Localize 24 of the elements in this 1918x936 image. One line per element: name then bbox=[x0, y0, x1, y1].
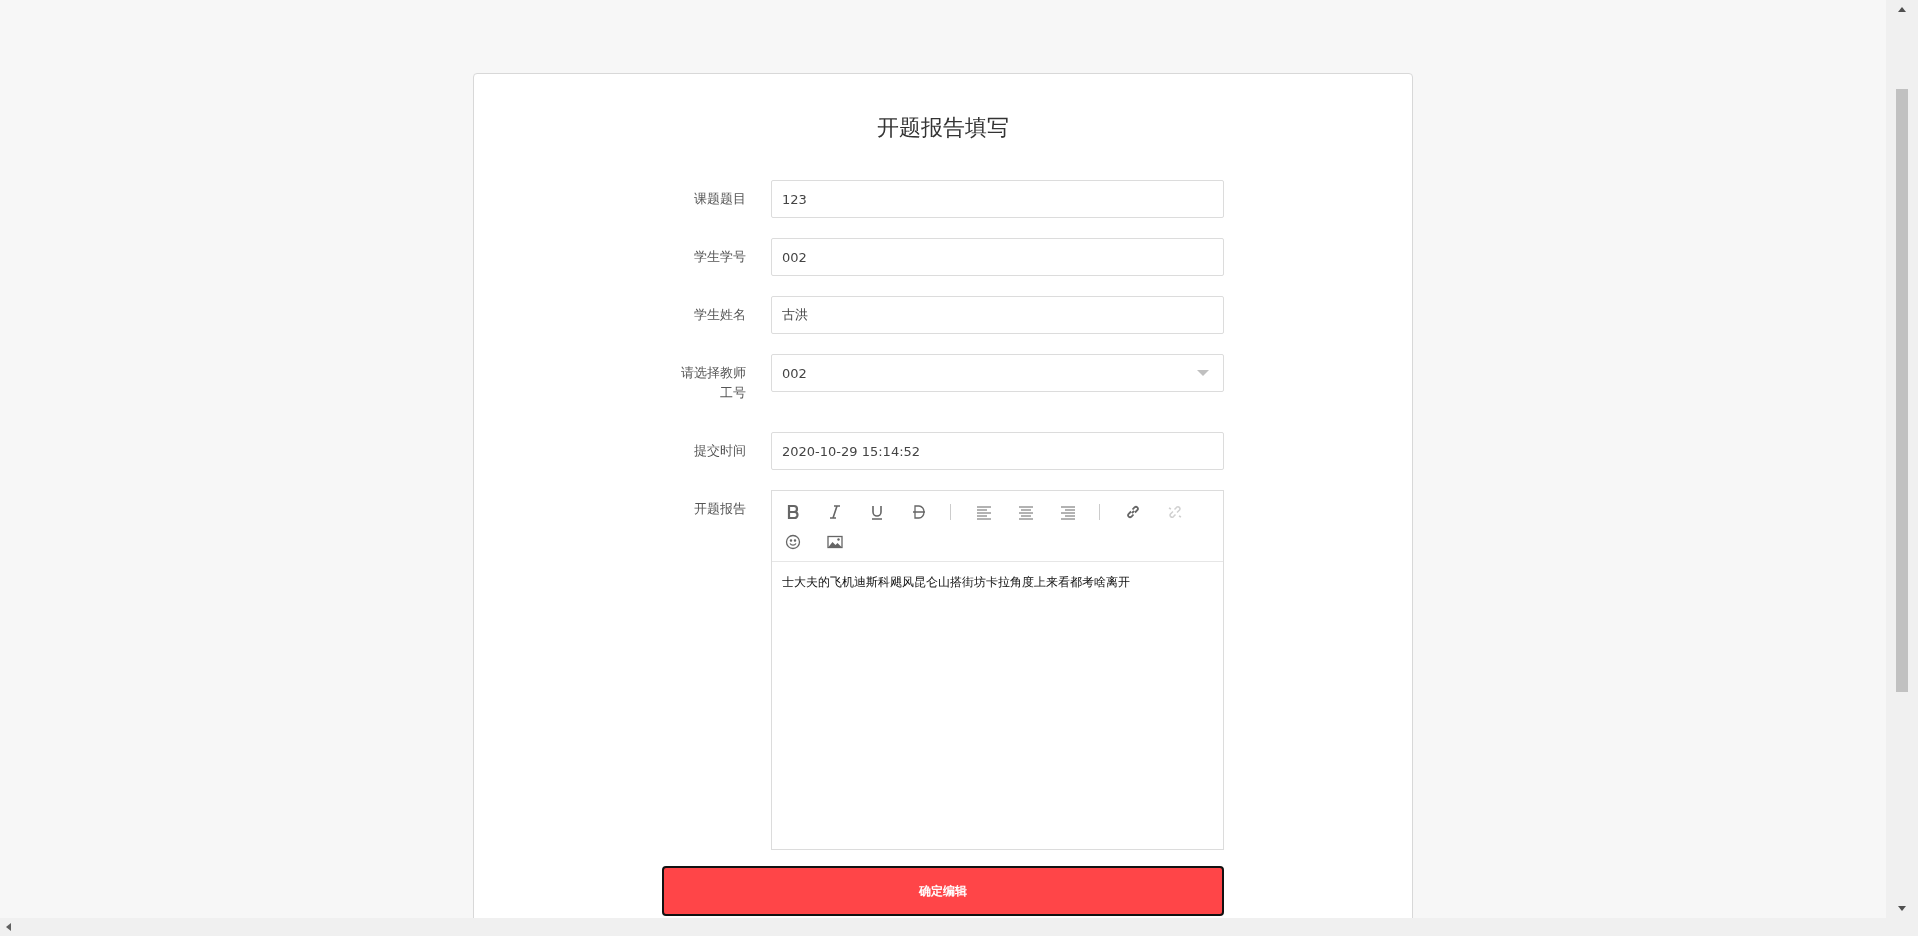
vertical-scrollbar[interactable] bbox=[1886, 0, 1918, 918]
caret-icon bbox=[1197, 370, 1209, 376]
field-label: 学生姓名 bbox=[693, 306, 746, 324]
scrollbar-thumb[interactable] bbox=[1896, 89, 1908, 692]
link-icon[interactable] bbox=[1124, 503, 1142, 521]
strikethrough-icon[interactable] bbox=[910, 503, 928, 521]
input-field[interactable]: 002 bbox=[771, 238, 1224, 276]
input-field[interactable]: 古洪 bbox=[771, 296, 1224, 334]
field-label: 请选择教师工号 bbox=[680, 364, 746, 402]
horizontal-scrollbar[interactable] bbox=[0, 918, 1918, 936]
scroll-down-icon[interactable] bbox=[1898, 906, 1906, 911]
editor-text[interactable]: 士大夫的飞机迪斯科飓风昆仑山搭街坊卡拉角度上来看都考啥离开 bbox=[772, 562, 1223, 603]
input-field[interactable]: 2020-10-29 15:14:52 bbox=[771, 432, 1224, 470]
scroll-up-icon[interactable] bbox=[1898, 7, 1906, 12]
smiley-icon[interactable] bbox=[784, 533, 802, 551]
field-label: 提交时间 bbox=[693, 442, 746, 460]
input-field[interactable]: 123 bbox=[771, 180, 1224, 218]
image-icon[interactable] bbox=[826, 533, 844, 551]
field-label: 学生学号 bbox=[693, 248, 746, 266]
field-label: 课题题目 bbox=[693, 190, 746, 208]
form-title: 开题报告填写 bbox=[876, 114, 1010, 142]
field-label: 开题报告 bbox=[693, 500, 746, 518]
scroll-left-icon[interactable] bbox=[6, 923, 11, 931]
teacher-select[interactable]: 002 bbox=[771, 354, 1224, 392]
